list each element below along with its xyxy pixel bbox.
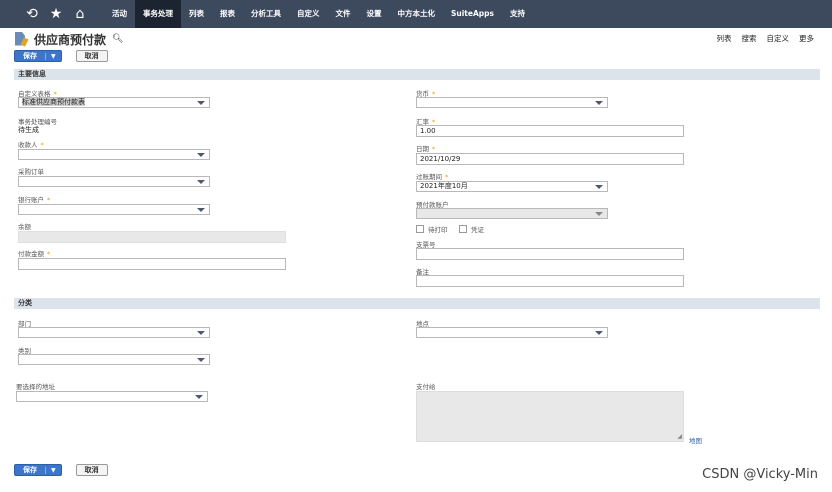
nav-item-support[interactable]: 支持 [502, 0, 533, 28]
page-links: 列表 搜索 自定义 更多 [717, 33, 815, 44]
home-icon[interactable]: ⌂ [70, 0, 90, 28]
chevron-down-icon [197, 208, 205, 212]
link-search[interactable]: 搜索 [742, 33, 757, 44]
top-nav-bar: ⟲ ★ ⌂ 活动 事务处理 列表 报表 分析工具 自定义 文件 设置 中方本土化… [0, 0, 832, 28]
check-number-input[interactable] [416, 248, 684, 260]
purchase-order-label: 采购订单 [18, 168, 44, 176]
section-main-info[interactable]: 主要信息 [14, 69, 820, 80]
voucher-checkbox[interactable]: 凭证 [459, 224, 484, 234]
txn-number-value: 待生成 [18, 126, 39, 134]
nav-item-customization[interactable]: 自定义 [289, 0, 328, 28]
search-icon[interactable]: 🔍︎ [112, 34, 123, 44]
purchase-order-select[interactable] [18, 176, 210, 187]
nav-item-setup[interactable]: 设置 [359, 0, 390, 28]
save-button-label: 保存 [23, 466, 37, 474]
save-dropdown-arrow-icon[interactable]: ▼ [45, 52, 61, 60]
chevron-down-icon [595, 185, 603, 189]
exchange-rate-input[interactable]: 1.00 [416, 125, 684, 137]
prepayment-account-select [416, 208, 608, 219]
department-select[interactable] [18, 327, 210, 338]
link-customize[interactable]: 自定义 [767, 33, 790, 44]
bank-account-select[interactable] [18, 204, 210, 215]
cancel-button[interactable]: 取消 [75, 50, 108, 62]
posting-period-value: 2021年度10月 [420, 182, 468, 190]
chevron-down-icon [595, 101, 603, 105]
chevron-down-icon [595, 212, 603, 216]
vendor-prepayment-icon [14, 31, 29, 47]
chevron-down-icon [195, 395, 203, 399]
page-title: 供应商预付款 [34, 32, 107, 47]
save-button[interactable]: 保存 ▼ [14, 50, 62, 62]
chevron-down-icon [197, 180, 205, 184]
nav-item-lists[interactable]: 列表 [181, 0, 212, 28]
payment-amount-input[interactable] [18, 258, 286, 270]
page-header: 供应商预付款 🔍︎ [14, 30, 123, 48]
date-label: 日期 * [416, 145, 436, 153]
cancel-button[interactable]: 取消 [75, 464, 108, 476]
pay-to-label: 支付给 [416, 383, 436, 391]
section-classification[interactable]: 分类 [14, 298, 820, 309]
select-address-select[interactable] [16, 391, 208, 402]
payee-label: 收款人 * [18, 141, 44, 149]
nav-item-transactions[interactable]: 事务处理 [135, 0, 181, 28]
custom-form-value: 标准供应商预付款表 [22, 98, 85, 106]
save-button-label: 保存 [23, 52, 37, 60]
nav-item-documents[interactable]: 文件 [328, 0, 359, 28]
balance-field [18, 231, 286, 243]
payee-select[interactable] [18, 149, 210, 160]
checkbox-icon[interactable] [416, 225, 424, 233]
date-input[interactable]: 2021/10/29 [416, 153, 684, 165]
bottom-button-bar: 保存 ▼ 取消 [14, 464, 108, 476]
map-link[interactable]: 地图 [689, 435, 702, 445]
nav-item-analytics[interactable]: 分析工具 [243, 0, 289, 28]
posting-period-select[interactable]: 2021年度10月 [416, 181, 608, 192]
nav-item-china-localization[interactable]: 中方本土化 [390, 0, 444, 28]
bank-account-label: 银行账户 * [18, 196, 51, 204]
chevron-down-icon [197, 358, 205, 362]
save-button[interactable]: 保存 ▼ [14, 464, 62, 476]
payment-amount-label: 付款金额 * [18, 250, 51, 258]
watermark: CSDN @Vicky-Min [702, 467, 818, 482]
link-list[interactable]: 列表 [717, 33, 732, 44]
pay-to-textarea[interactable]: ◢ [416, 391, 684, 442]
resize-handle-icon[interactable]: ◢ [677, 433, 682, 440]
chevron-down-icon [595, 331, 603, 335]
save-dropdown-arrow-icon[interactable]: ▼ [45, 466, 61, 474]
nav-item-activities[interactable]: 活动 [104, 0, 135, 28]
memo-input[interactable] [416, 275, 684, 287]
nav-item-suiteapps[interactable]: SuiteApps [443, 0, 502, 28]
nav-item-reports[interactable]: 报表 [212, 0, 243, 28]
posting-period-label: 过账期间 * [416, 173, 449, 181]
location-select[interactable] [416, 327, 608, 338]
to-print-checkbox[interactable]: 待打印 [416, 224, 448, 234]
star-icon[interactable]: ★ [46, 0, 66, 28]
custom-form-select[interactable]: 标准供应商预付款表 [18, 97, 210, 108]
top-button-bar: 保存 ▼ 取消 [14, 50, 108, 62]
chevron-down-icon [197, 153, 205, 157]
link-more[interactable]: 更多 [799, 33, 814, 44]
chevron-down-icon [197, 331, 205, 335]
balance-label: 余额 [18, 223, 31, 231]
currency-select[interactable] [416, 97, 608, 108]
checkbox-icon[interactable] [459, 225, 467, 233]
select-address-label: 要选择的地址 [16, 383, 55, 391]
chevron-down-icon [197, 101, 205, 105]
recent-icon[interactable]: ⟲ [22, 0, 42, 28]
category-select[interactable] [18, 354, 210, 365]
